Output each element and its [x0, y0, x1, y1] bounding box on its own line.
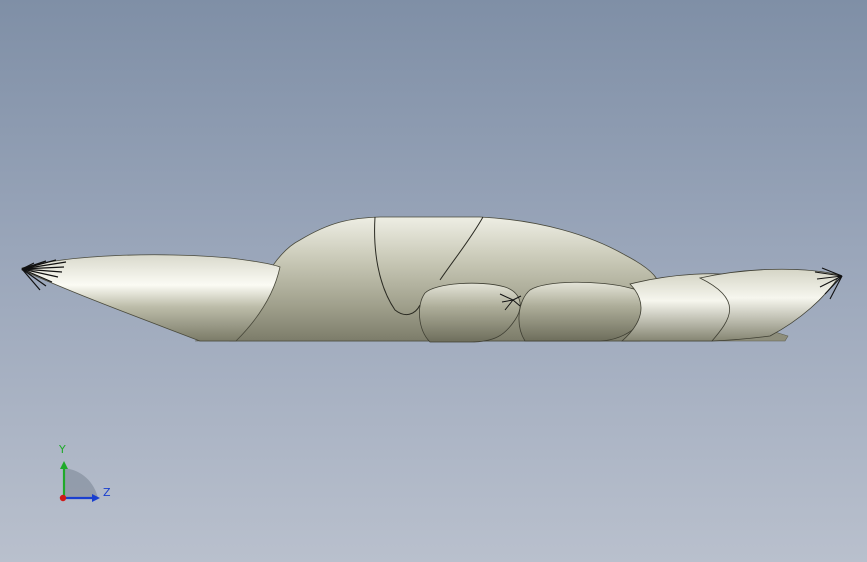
- x-axis-dot: [59, 494, 67, 502]
- graphics-viewport[interactable]: Y Z: [0, 0, 867, 562]
- y-axis-label: Y: [59, 443, 66, 456]
- triad-plane-quadrant: [64, 468, 98, 498]
- z-axis-label: Z: [103, 486, 111, 499]
- 3d-model-part[interactable]: [0, 0, 867, 562]
